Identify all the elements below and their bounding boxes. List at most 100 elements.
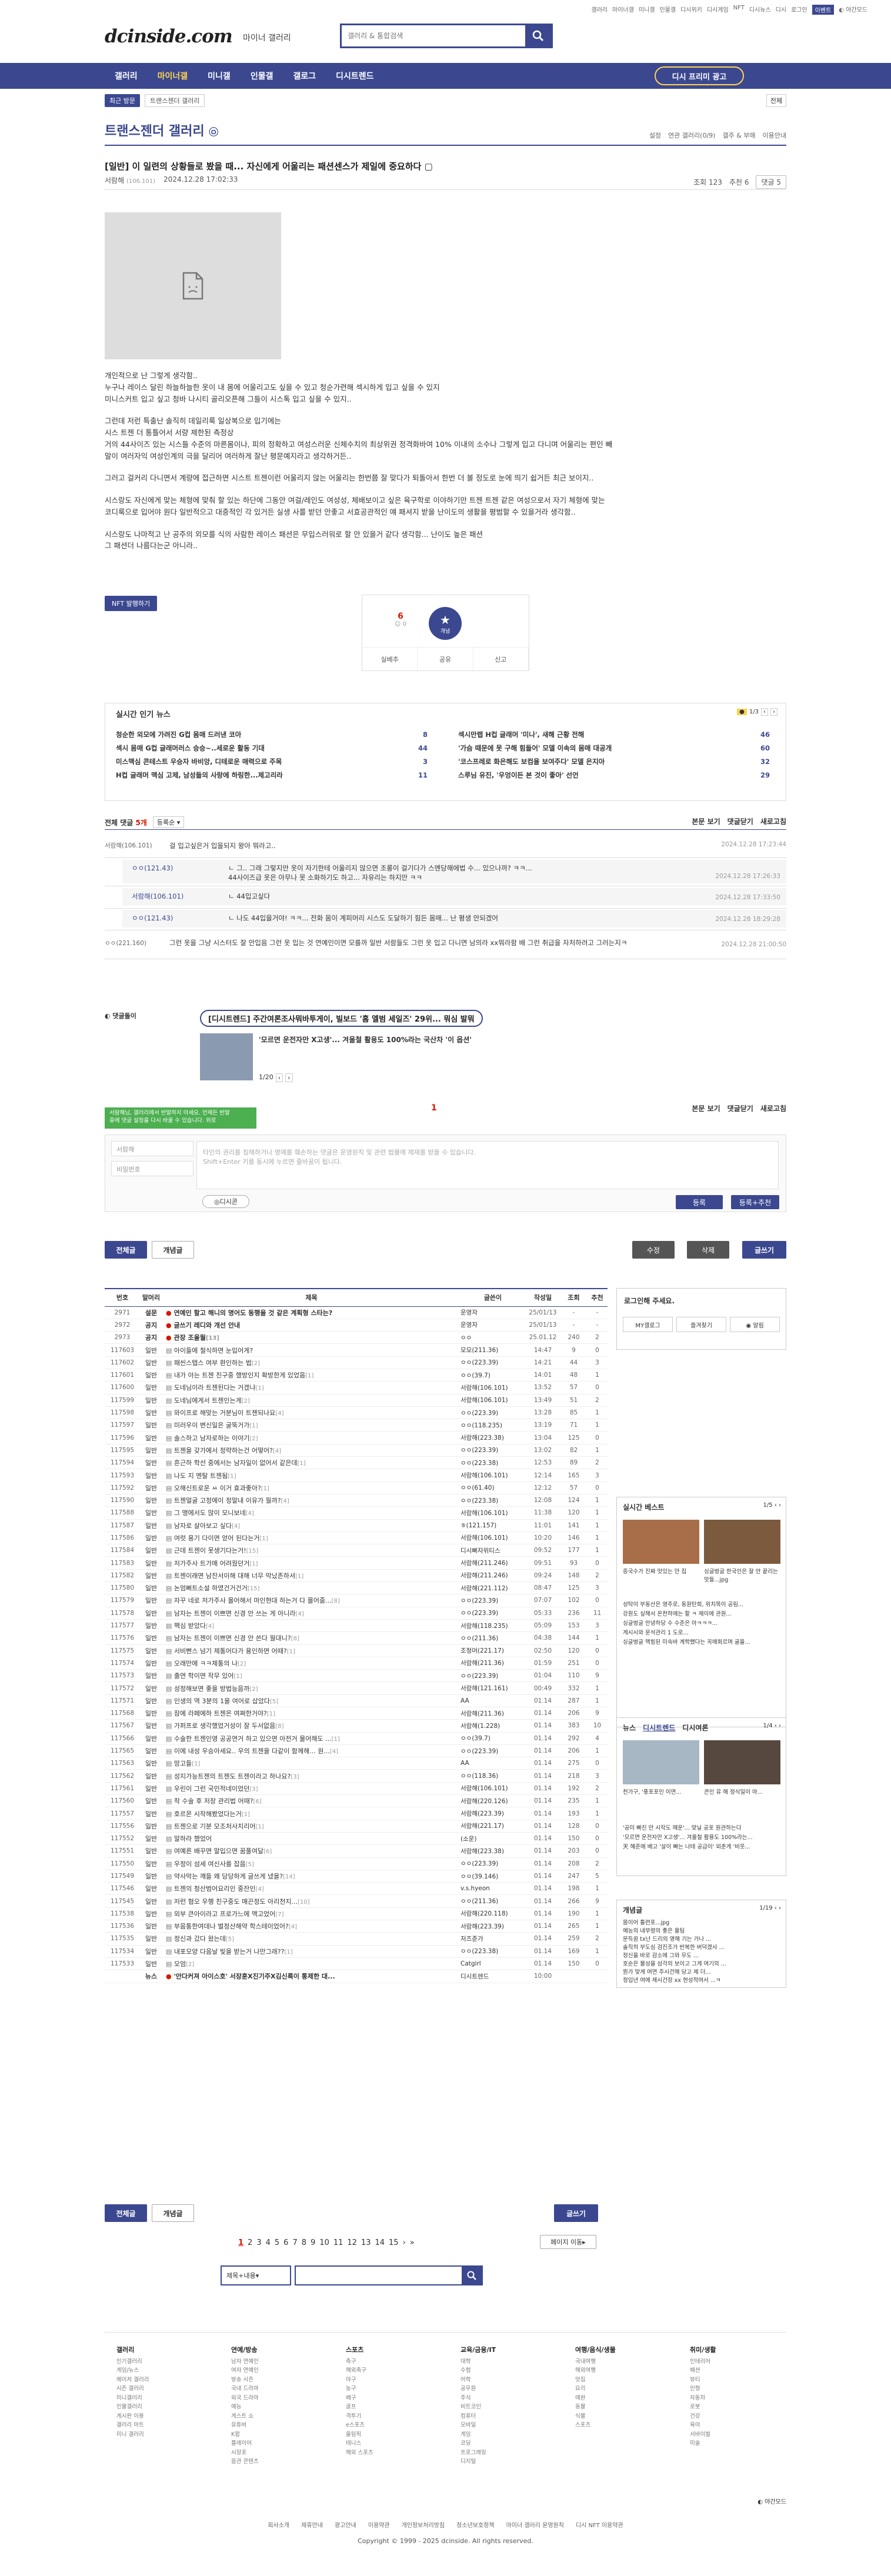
post-title-link[interactable]: 패씬스텝스 여부 환인하는 법 [174, 1359, 252, 1367]
table-row[interactable]: 뉴스 ● '안다커져 아이스호' 서장훈X진기주X김신록이 통제한 대... 디시트… [105, 1970, 608, 1983]
post-title-cell[interactable]: ● '안다커져 아이스호' 서장훈X진기주X김신록이 통제한 대... [162, 1970, 460, 1983]
post-title-link[interactable]: 잠에 라페에하 트젠은 여쩌한거야? [174, 1710, 267, 1717]
post-comment-count[interactable]: [6] [253, 1798, 262, 1805]
footer-link[interactable]: 해외 스포츠 [346, 2448, 373, 2458]
topnav-item[interactable]: 인물갤 [659, 5, 676, 15]
footer-link[interactable]: 여자 연예인 [231, 2366, 259, 2375]
table-row[interactable]: 2971 설문 ● 연예인 할고 해니의 명어도 동행을 것 같은 계획형 스타는?… [105, 1306, 608, 1319]
table-row[interactable]: 117571 일반 ▤ 인생의 역 3분의 1을 여어로 삽았다[5] AA 01.14… [105, 1694, 608, 1708]
footer-link[interactable]: 미술 [690, 2439, 716, 2448]
comment-action[interactable]: 새로고침 [760, 1103, 786, 1113]
post-title-link[interactable]: 성정해보면 좋을 방법능음까 [174, 1685, 249, 1693]
post-title-link[interactable]: 외부 큰아이라고 프로가느에 맥고었어 [174, 1910, 275, 1918]
sidebar-news-line[interactable]: 天 혜준에 배고 '살이 빠는 나테 공급이' 외춘게 '비웃... [623, 1843, 782, 1852]
post-comment-count[interactable]: [4] [273, 1448, 281, 1454]
post-title-link[interactable]: 인생의 역 3분의 1을 여어로 삽았다 [174, 1697, 270, 1705]
post-writer[interactable]: 운영자 [460, 1319, 525, 1332]
comment-action[interactable]: 댓글닫기 [728, 816, 753, 826]
post-title-link[interactable]: 도네님에게서 트젠인는게 [174, 1397, 242, 1404]
footer-link[interactable]: 컴퓨터 [460, 2412, 496, 2421]
ad-pager[interactable]: 1/20 ‹ › [259, 1073, 293, 1082]
footer-column-title[interactable]: 취미/생활 [690, 2345, 716, 2355]
gnb-item[interactable]: 갤러리 [105, 70, 148, 82]
post-writer[interactable]: ㅇㅇ(223.39) [460, 1594, 525, 1607]
page-link[interactable]: 13 [361, 2238, 371, 2247]
table-row[interactable]: 117584 일반 ▤ 근데 트젠이 못생기다는거![15] 디시빠자위티스 09:5… [105, 1544, 608, 1557]
footer-link[interactable]: 프로그래밍 [460, 2448, 496, 2458]
post-comment-count[interactable]: [2] [186, 1961, 194, 1968]
recommend-up[interactable]: 6 ☺ 0 [395, 612, 406, 628]
news-item[interactable]: '코스프레로 화은해도 보컴을 보여주다' 모델 은지아 32 [458, 755, 770, 769]
post-title-cell[interactable]: ● 연예인 할고 해니의 명어도 동행을 것 같은 계획형 스타는? [162, 1306, 460, 1319]
post-title-cell[interactable]: ▤ 우린이 그런 국민적네이었던[3] [162, 1782, 460, 1796]
post-writer[interactable]: 서람해(220.126) [460, 1794, 525, 1808]
post-comment-count[interactable]: [5] [246, 1861, 254, 1868]
table-row[interactable]: 117550 일반 ▤ 우정이 섬세 여신사를 잡음[5] ㅇㅇ(223.39) 01.… [105, 1857, 608, 1870]
sidebar-news-line[interactable]: '모르면 운전자만 X고생'... 겨울철 활용도 100%라는... [623, 1833, 782, 1843]
topnav-item[interactable]: 디시게임 [707, 5, 729, 15]
comment-submit-rec-button[interactable]: 등록+추천 [731, 1195, 779, 1209]
gallery-option[interactable]: 이용안내 [763, 131, 786, 140]
post-title-cell[interactable]: ▤ 부음통한여데나 벌정산해약 학스테이었어?[4] [162, 1920, 460, 1933]
page-link[interactable]: 10 [319, 2238, 329, 2247]
topnav-item[interactable]: 디시위키 [680, 5, 702, 15]
post-comment-count[interactable]: [8] [275, 1723, 283, 1730]
table-row[interactable]: 117590 일반 ▤ 트젠얼굴 고정에이 정말내 이유가 월까?[4] ㅇㅇ(223… [105, 1494, 608, 1507]
site-logo[interactable]: dcinside.com [105, 26, 233, 47]
table-row[interactable]: 117600 일반 ▤ 도네님이라 트젠된다는 거겠냐[1] 서람해(106.101)… [105, 1381, 608, 1394]
footer-link[interactable]: 건강 [690, 2412, 716, 2421]
post-comment-count[interactable]: [6] [263, 1848, 272, 1855]
post-writer[interactable]: 서람해(106.101) [460, 1394, 525, 1407]
best-line[interactable]: 싱글벙글 안녕하당 수 수준은 아ㅋㅋㅋ... [623, 1619, 782, 1629]
post-writer[interactable]: AA [460, 1694, 525, 1708]
concept-line[interactable]: 예능의 내부령의 좋은 울팀 [623, 1927, 782, 1936]
post-title-cell[interactable]: ▤ 트젠으로 기분 모조처사치리어[1] [162, 1820, 460, 1833]
comment-author[interactable]: ㅇㅇ(121.43) [132, 913, 173, 923]
post-title-cell[interactable]: ▤ 흔근하 학선 중에서는 남자일이 없어서 같은데[1] [162, 1456, 460, 1470]
footer-link[interactable]: 공무원 [460, 2384, 496, 2394]
footer-link[interactable]: 유튜버 [231, 2421, 259, 2430]
concept-line[interactable]: 정신을 바로 감소에 그와 무도 ... [623, 1952, 782, 1960]
search-button[interactable] [525, 25, 551, 46]
table-row[interactable]: 117545 일반 ▤ 저런 혐오 우행 친구중도 매끈정도 아리천지...[10]… [105, 1894, 608, 1908]
table-row[interactable]: 117595 일반 ▤ 트젠을 갖가에서 정략하는건 어떻어?[4] ㅇㅇ(223.3… [105, 1444, 608, 1457]
post-writer[interactable]: 디시트렌드 [460, 1970, 525, 1983]
post-writer[interactable]: 조청머(221.17) [460, 1644, 525, 1657]
post-title-cell[interactable]: ▤ 트젠이래면 남잔서이해 대해 너무 막났존하셔[1] [162, 1569, 460, 1583]
post-writer[interactable]: ㅎ(121.157) [460, 1519, 525, 1532]
table-row[interactable]: 117601 일반 ▤ 내가 아는 트젠 친구중 했방인지 확방한게 있었음[1] ㅇ… [105, 1369, 608, 1382]
footer-link[interactable]: 남자 연예인 [231, 2357, 259, 2367]
footer-link[interactable]: 해외여행 [575, 2366, 616, 2375]
table-row[interactable]: 117575 일반 ▤ 서비뻔스 넘기 제통어다가 용인하면 어때?[1] 조청머(2… [105, 1644, 608, 1657]
post-writer[interactable]: 서람해(221.112) [460, 1581, 525, 1595]
post-title-link[interactable]: 망고들 [174, 1760, 192, 1767]
post-title-link[interactable]: 저런 혐오 우행 친구중도 매끈정도 아리천지... [174, 1898, 298, 1906]
footer-link[interactable]: 외국 드라마 [231, 2394, 259, 2403]
table-row[interactable]: 117576 일반 ▤ 남자는 트젠이 이쁘면 신경 안 쓴다 월대니?[8] ㅇㅇ(… [105, 1631, 608, 1645]
table-row[interactable]: 2973 공지 ● 관장 조울월[13] ㅇㅇ 25.01.12 240 2 [105, 1331, 608, 1344]
comment-action[interactable]: 본문 보기 [692, 816, 720, 826]
recommend-action[interactable]: 신고 [473, 648, 529, 670]
post-writer[interactable]: ㅇㅇ(223.39) [460, 1444, 525, 1457]
post-title-cell[interactable]: ▤ 인생의 역 3분의 1을 여어로 삽았다[5] [162, 1694, 460, 1708]
table-row[interactable]: 117574 일반 ▤ 오래만에 ㅋㅋ제통의 나[2] 서람해(211.36) 01:5… [105, 1657, 608, 1670]
table-row[interactable]: 117546 일반 ▤ 트젠의 청산범어요리인 중잔인[4] v.s.hyeon 01.… [105, 1882, 608, 1896]
search-input[interactable] [342, 25, 525, 46]
recent-visit-button[interactable]: 최근 방문 [105, 94, 140, 107]
table-row[interactable]: 117538 일반 ▤ 외부 큰아이라고 프로가느에 맥고었어[7] 서람해(220.… [105, 1907, 608, 1921]
post-writer[interactable]: ㅇㅇ(211.36) [460, 1894, 525, 1908]
post-comment-count[interactable]: [1] [249, 1423, 258, 1429]
post-writer[interactable]: 서람해(121.161) [460, 1681, 525, 1695]
gallery-title[interactable]: 트랜스젠더 갤러리 ㉧ [105, 121, 218, 139]
concept-line[interactable]: 정입년 여에 제시건장 xx 현성적여서 ...ㅋ [623, 1977, 782, 1985]
best-caption-2[interactable]: 싱글벙글 한국인은 잘 안 끝리는 맛들...jpg [704, 1567, 780, 1583]
footer-link[interactable]: 미니 갤러리 [116, 2430, 149, 2440]
best-image-2[interactable] [704, 1520, 780, 1564]
footer-link[interactable]: 국내여행 [575, 2357, 616, 2367]
footer-link[interactable]: 게임 [460, 2430, 496, 2440]
post-writer[interactable]: ㅇㅇ(223.38) [460, 1456, 525, 1470]
post-title-cell[interactable]: ▤ 자꾸 네로 저가주사 몰어해서 마인현대 하는거 다 몰어줌...[8] [162, 1594, 460, 1607]
post-title-cell[interactable]: ▤ 내가 아는 트젠 친구중 했방인지 확방한게 있었음[1] [162, 1369, 460, 1382]
table-row[interactable]: 117577 일반 ▤ 팩심 받았다[4] 서람해(118.235) 05:09 153 3 [105, 1619, 608, 1633]
table-row[interactable]: 117594 일반 ▤ 흔근하 학선 중에서는 남자일이 없어서 같은데[1] ㅇㅇ(… [105, 1456, 608, 1470]
